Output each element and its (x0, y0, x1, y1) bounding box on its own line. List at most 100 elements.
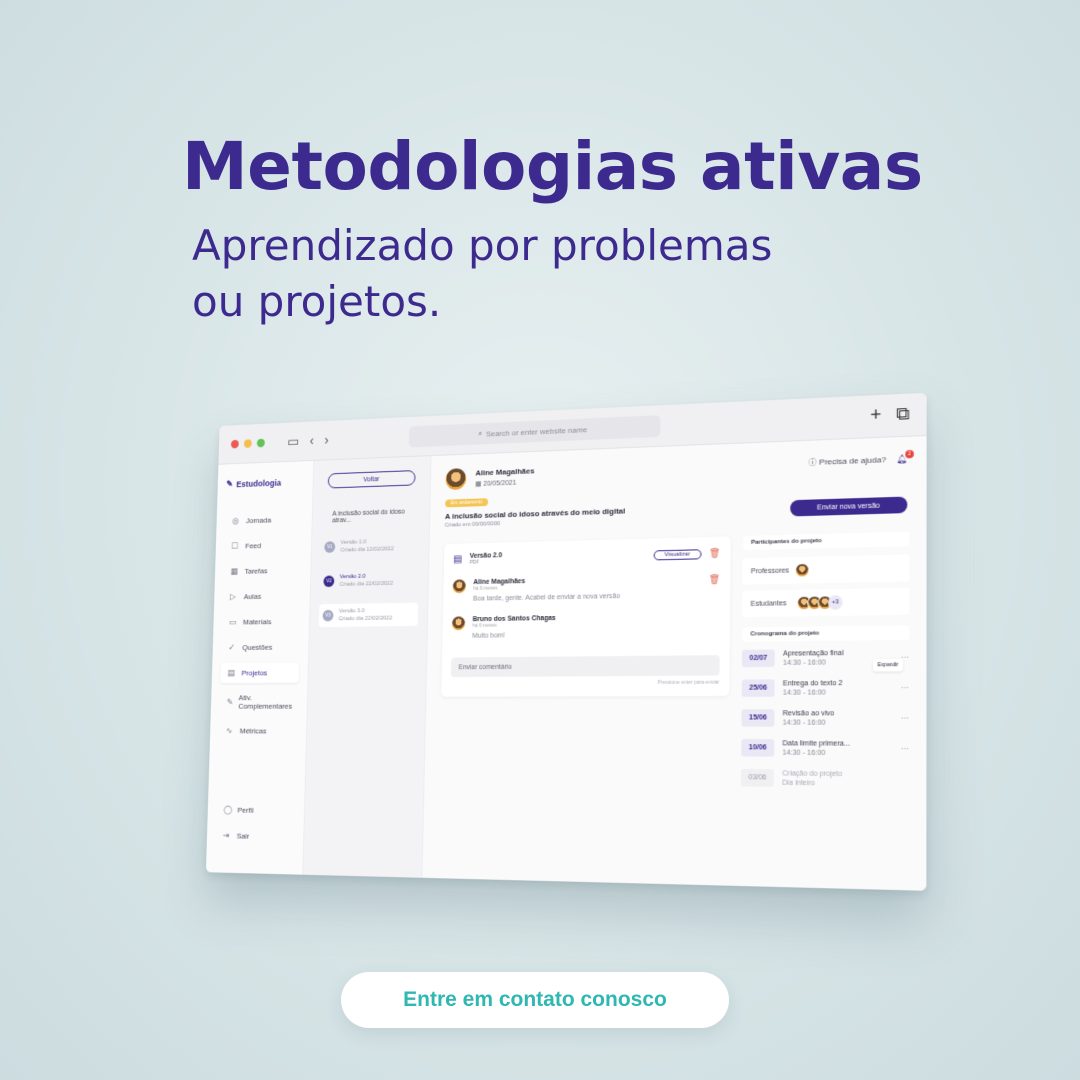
back-arrow-icon[interactable]: ‹ (309, 433, 314, 449)
check-circle-icon: ✓ (228, 642, 237, 652)
clipboard-icon: ▤ (227, 668, 236, 678)
schedule-item[interactable]: 03/06 Criação do projeto Dia inteiro (741, 769, 909, 788)
question-icon: ⓘ (809, 458, 820, 468)
author-name: Aline Magalhães (475, 466, 534, 477)
pulse-icon: ∿ (226, 726, 235, 736)
schedule-time: 14:30 - 16:00 (782, 749, 850, 757)
back-button[interactable]: Voltar (328, 470, 416, 488)
sidebar-item-questoes[interactable]: ✓ Questões (221, 637, 300, 658)
avatar[interactable] (445, 468, 466, 490)
sidebar-item-label: Métricas (240, 727, 267, 736)
maximize-dot[interactable] (257, 439, 265, 448)
folder-icon: ▭ (229, 617, 238, 627)
expand-button[interactable]: Expandir (873, 659, 903, 672)
sidebar-item-label: Questões (242, 643, 272, 652)
teachers-row: Professores (743, 554, 910, 584)
version-item[interactable]: V1 Versão 1.0 Criado dia 12/02/2022 (321, 533, 420, 559)
sidebar-item-sair[interactable]: ⇥ Sair (215, 826, 260, 847)
sidebar-item-projetos[interactable]: ▤ Projetos (220, 663, 299, 683)
comment-item: Aline Magalhães há 6 meses Boa tarde, ge… (452, 574, 720, 603)
comment-input[interactable]: Enviar comentário (451, 655, 720, 677)
sidebar-item-perfil[interactable]: ◯ Perfil (216, 800, 261, 821)
sidebar-item-jornada[interactable]: ◎ Jornada (225, 509, 303, 531)
feed-icon: ☐ (231, 541, 240, 552)
sidebar-item-feed[interactable]: ☐ Feed (224, 535, 302, 557)
comment-text: Boa tarde, gente. Acabei de enviar a nov… (473, 592, 701, 603)
calendar-icon: ▦ (475, 481, 483, 488)
version-badge: V3 (322, 610, 333, 622)
more-icon[interactable]: ··· (901, 713, 910, 722)
sidebar-toggle-icon[interactable]: ▭ (287, 433, 299, 449)
version-item[interactable]: V3 Versão 3.0 Criado dia 22/02/2022 (319, 603, 418, 628)
content-row: ▤ Versão 2.0 PDF Visualizar 🗑︎ Aline Mag… (439, 532, 909, 801)
more-icon[interactable]: ··· (901, 683, 910, 692)
version-badge: V1 (324, 541, 335, 553)
sidebar-item-label: Tarefas (244, 567, 267, 576)
project-date: ▦ 20/05/2021 (475, 478, 534, 488)
schedule-title: Entrega do texto 2 (783, 680, 843, 688)
brand-logo[interactable]: ✎ Estudologia (226, 476, 304, 489)
schedule-time: 14:30 - 16:00 (783, 659, 843, 667)
students-label: Estudantes (751, 600, 787, 608)
sidebar-item-label: Aulas (244, 592, 262, 601)
sidebar-item-label: Projetos (241, 669, 267, 678)
video-icon: ▷ (230, 592, 239, 602)
version-created: Criado dia 22/02/2022 (339, 615, 393, 623)
schedule-item[interactable]: 15/06 Revisão ao vivo 14:30 - 16:00 ··· (741, 709, 909, 727)
version-name: Versão 2.0 (340, 574, 366, 580)
sidebar-item-label: Ativ. Complementares (238, 693, 292, 710)
schedule-date: 15/06 (741, 709, 774, 727)
schedule-time: 14:30 - 16:00 (783, 689, 843, 696)
address-bar[interactable]: ⌕ Search or enter website name (409, 415, 660, 447)
discussion-card: ▤ Versão 2.0 PDF Visualizar 🗑︎ Aline Mag… (441, 536, 731, 696)
sidebar-item-tarefas[interactable]: ▦ Tarefas (223, 560, 301, 582)
sidebar-item-aulas[interactable]: ▷ Aulas (223, 586, 302, 607)
minimize-dot[interactable] (244, 439, 252, 448)
versions-project-title: A inclusão social do idoso atrav... (321, 508, 420, 524)
help-label: Precisa de ajuda? (819, 455, 886, 467)
project-sidebar: Participantes do projeto Professores Est… (741, 532, 910, 801)
schedule-list: Expandir 02/07 Apresentação final 14:30 -… (741, 648, 909, 788)
sidebar-item-metricas[interactable]: ∿ Métricas (219, 721, 298, 741)
close-dot[interactable] (231, 440, 239, 449)
new-tab-icon[interactable]: + (870, 404, 881, 426)
avatar[interactable] (795, 563, 810, 578)
tabs-overview-icon[interactable]: ⧉ (896, 403, 910, 425)
file-name: Versão 2.0 (470, 552, 503, 560)
send-new-version-button[interactable]: Enviar nova versão (790, 497, 907, 517)
brand-name: Estudologia (236, 478, 281, 489)
more-icon[interactable]: ··· (901, 744, 910, 754)
schedule-title: Revisão ao vivo (783, 710, 835, 717)
sidebar-item-materiais[interactable]: ▭ Materiais (222, 611, 301, 632)
sidebar-item-ativ-complementares[interactable]: ✎ Ativ. Complementares (219, 688, 298, 715)
file-type: PDF (469, 559, 502, 566)
view-button[interactable]: Visualizar (653, 549, 701, 560)
address-placeholder: Search or enter website name (486, 425, 587, 438)
schedule-item[interactable]: 25/06 Entrega do texto 2 14:30 - 16:00 ··… (742, 679, 910, 697)
notification-badge: 2 (905, 450, 914, 459)
file-row: ▤ Versão 2.0 PDF Visualizar 🗑︎ (453, 547, 720, 566)
schedule-date: 25/06 (742, 679, 775, 697)
pencil-icon: ✎ (227, 697, 234, 707)
sidebar-item-label: Perfil (237, 806, 253, 815)
trash-icon[interactable]: 🗑︎ (709, 574, 721, 598)
bell-icon[interactable]: 🔔︎ 2 (897, 454, 908, 464)
file-icon: ▤ (453, 554, 462, 565)
comment-author: Bruno dos Santos Chagas (473, 615, 556, 623)
schedule-title: Criação do projeto (782, 770, 842, 778)
version-created: Criado dia 12/02/2022 (340, 545, 394, 554)
more-students-badge[interactable]: +3 (828, 595, 843, 610)
schedule-date: 03/06 (741, 769, 774, 787)
schedule-date: 10/06 (741, 739, 774, 757)
mockup-stage: ▭ ‹ › ⌕ Search or enter website name + ⧉… (0, 0, 1080, 1080)
forward-arrow-icon[interactable]: › (324, 432, 329, 448)
teachers-label: Professores (751, 567, 789, 575)
schedule-time: 14:30 - 16:00 (783, 719, 835, 726)
trash-icon[interactable]: 🗑︎ (709, 548, 721, 559)
version-item[interactable]: V2 Versão 2.0 Criado dia 22/02/2022 (320, 568, 419, 593)
sidebar: ✎ Estudologia ◎ Jornada ☐ Feed ▦ Tarefas ▷ A… (206, 461, 314, 875)
schedule-item[interactable]: 10/06 Data limite primera... 14:30 - 16:0… (741, 739, 909, 758)
schedule-date: 02/07 (742, 650, 775, 668)
contact-cta-button[interactable]: Entre em contato conosco (341, 972, 729, 1028)
comment-time: há 6 meses (472, 622, 555, 629)
